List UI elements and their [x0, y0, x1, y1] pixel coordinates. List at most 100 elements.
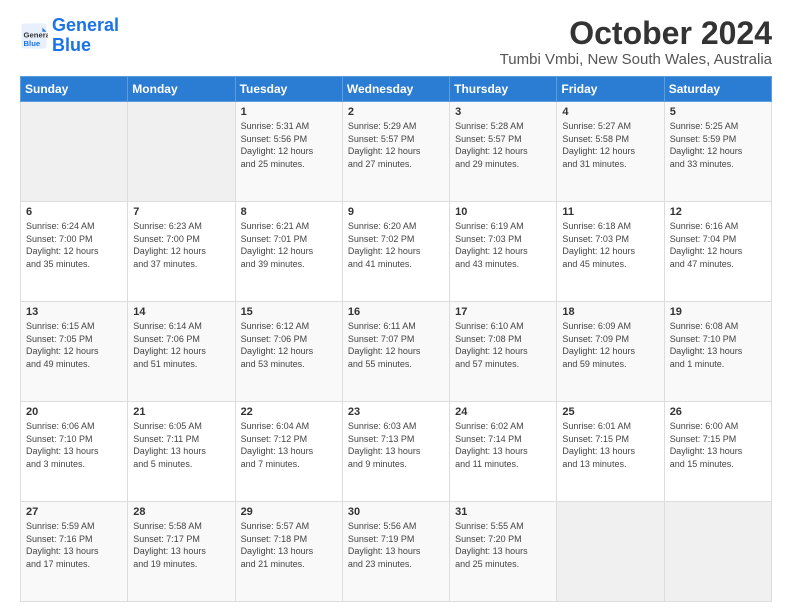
day-info: Sunrise: 5:31 AM Sunset: 5:56 PM Dayligh… — [241, 120, 337, 170]
day-number: 27 — [26, 506, 122, 518]
table-cell: 17 Sunrise: 6:10 AM Sunset: 7:08 PM Dayli… — [450, 302, 557, 402]
table-cell — [664, 502, 771, 602]
day-number: 14 — [133, 306, 229, 318]
logo-icon: General Blue — [20, 22, 48, 50]
calendar-header: Sunday Monday Tuesday Wednesday Thursday… — [21, 77, 772, 102]
day-number: 24 — [455, 406, 551, 418]
table-cell: 13Sunrise: 6:15 AM Sunset: 7:05 PM Dayli… — [21, 302, 128, 402]
day-number: 19 — [670, 306, 766, 318]
day-number: 28 — [133, 506, 229, 518]
day-number: 29 — [241, 506, 337, 518]
table-cell — [557, 502, 664, 602]
table-cell: 5Sunrise: 5:25 AM Sunset: 5:59 PM Daylig… — [664, 102, 771, 202]
table-cell: 30 Sunrise: 5:56 AM Sunset: 7:19 PM Dayli… — [342, 502, 449, 602]
day-number: 6 — [26, 206, 122, 218]
day-number: 16 — [348, 306, 444, 318]
day-info: Sunrise: 6:12 AM Sunset: 7:06 PM Dayligh… — [241, 320, 337, 370]
day-info: Sunrise: 6:18 AM Sunset: 7:03 PM Dayligh… — [562, 220, 658, 270]
table-cell — [21, 102, 128, 202]
table-cell: 23 Sunrise: 6:03 AM Sunset: 7:13 PM Dayli… — [342, 402, 449, 502]
col-monday: Monday — [128, 77, 235, 102]
week-row-4: 20Sunrise: 6:06 AM Sunset: 7:10 PM Dayli… — [21, 402, 772, 502]
table-cell: 18 Sunrise: 6:09 AM Sunset: 7:09 PM Dayli… — [557, 302, 664, 402]
table-cell: 16 Sunrise: 6:11 AM Sunset: 7:07 PM Dayli… — [342, 302, 449, 402]
table-cell: 15 Sunrise: 6:12 AM Sunset: 7:06 PM Dayli… — [235, 302, 342, 402]
day-info: Sunrise: 5:57 AM Sunset: 7:18 PM Dayligh… — [241, 520, 337, 570]
day-number: 2 — [348, 106, 444, 118]
day-number: 1 — [241, 106, 337, 118]
day-info: Sunrise: 5:59 AM Sunset: 7:16 PM Dayligh… — [26, 520, 122, 570]
day-number: 22 — [241, 406, 337, 418]
day-info: Sunrise: 5:29 AM Sunset: 5:57 PM Dayligh… — [348, 120, 444, 170]
table-cell: 2 Sunrise: 5:29 AM Sunset: 5:57 PM Daylig… — [342, 102, 449, 202]
day-info: Sunrise: 6:15 AM Sunset: 7:05 PM Dayligh… — [26, 320, 122, 370]
day-number: 25 — [562, 406, 658, 418]
page: General Blue General Blue October 2024 T… — [0, 0, 792, 612]
table-cell: 26Sunrise: 6:00 AM Sunset: 7:15 PM Dayli… — [664, 402, 771, 502]
day-number: 26 — [670, 406, 766, 418]
col-saturday: Saturday — [664, 77, 771, 102]
svg-text:Blue: Blue — [24, 39, 41, 48]
table-cell: 6 Sunrise: 6:24 AM Sunset: 7:00 PM Daylig… — [21, 202, 128, 302]
col-wednesday: Wednesday — [342, 77, 449, 102]
day-info: Sunrise: 5:28 AM Sunset: 5:57 PM Dayligh… — [455, 120, 551, 170]
day-info: Sunrise: 6:08 AM Sunset: 7:10 PM Dayligh… — [670, 320, 766, 370]
day-number: 30 — [348, 506, 444, 518]
day-number: 15 — [241, 306, 337, 318]
week-row-5: 27 Sunrise: 5:59 AM Sunset: 7:16 PM Dayli… — [21, 502, 772, 602]
day-number: 9 — [348, 206, 444, 218]
logo-line2: Blue — [52, 35, 91, 55]
day-info: Sunrise: 6:02 AM Sunset: 7:14 PM Dayligh… — [455, 420, 551, 470]
day-info: Sunrise: 6:19 AM Sunset: 7:03 PM Dayligh… — [455, 220, 551, 270]
table-cell: 10Sunrise: 6:19 AM Sunset: 7:03 PM Dayli… — [450, 202, 557, 302]
header: General Blue General Blue October 2024 T… — [20, 16, 772, 68]
logo-line1: General — [52, 15, 119, 35]
day-info: Sunrise: 6:03 AM Sunset: 7:13 PM Dayligh… — [348, 420, 444, 470]
day-number: 3 — [455, 106, 551, 118]
table-cell: 24 Sunrise: 6:02 AM Sunset: 7:14 PM Dayli… — [450, 402, 557, 502]
day-info: Sunrise: 6:21 AM Sunset: 7:01 PM Dayligh… — [241, 220, 337, 270]
table-cell: 28 Sunrise: 5:58 AM Sunset: 7:17 PM Dayli… — [128, 502, 235, 602]
day-info: Sunrise: 6:11 AM Sunset: 7:07 PM Dayligh… — [348, 320, 444, 370]
day-info: Sunrise: 5:56 AM Sunset: 7:19 PM Dayligh… — [348, 520, 444, 570]
table-cell: 21Sunrise: 6:05 AM Sunset: 7:11 PM Dayli… — [128, 402, 235, 502]
calendar-table: Sunday Monday Tuesday Wednesday Thursday… — [20, 76, 772, 602]
week-row-1: 1 Sunrise: 5:31 AM Sunset: 5:56 PM Daylig… — [21, 102, 772, 202]
table-cell: 4Sunrise: 5:27 AM Sunset: 5:58 PM Daylig… — [557, 102, 664, 202]
day-info: Sunrise: 6:06 AM Sunset: 7:10 PM Dayligh… — [26, 420, 122, 470]
table-cell: 29 Sunrise: 5:57 AM Sunset: 7:18 PM Dayli… — [235, 502, 342, 602]
day-number: 4 — [562, 106, 658, 118]
table-cell: 3 Sunrise: 5:28 AM Sunset: 5:57 PM Daylig… — [450, 102, 557, 202]
day-number: 17 — [455, 306, 551, 318]
table-cell: 20Sunrise: 6:06 AM Sunset: 7:10 PM Dayli… — [21, 402, 128, 502]
header-row: Sunday Monday Tuesday Wednesday Thursday… — [21, 77, 772, 102]
logo: General Blue General Blue — [20, 16, 119, 56]
day-info: Sunrise: 6:09 AM Sunset: 7:09 PM Dayligh… — [562, 320, 658, 370]
table-cell: 31Sunrise: 5:55 AM Sunset: 7:20 PM Dayli… — [450, 502, 557, 602]
day-number: 18 — [562, 306, 658, 318]
day-info: Sunrise: 6:24 AM Sunset: 7:00 PM Dayligh… — [26, 220, 122, 270]
day-info: Sunrise: 6:10 AM Sunset: 7:08 PM Dayligh… — [455, 320, 551, 370]
week-row-3: 13Sunrise: 6:15 AM Sunset: 7:05 PM Dayli… — [21, 302, 772, 402]
calendar-body: 1 Sunrise: 5:31 AM Sunset: 5:56 PM Daylig… — [21, 102, 772, 602]
table-cell: 14Sunrise: 6:14 AM Sunset: 7:06 PM Dayli… — [128, 302, 235, 402]
day-info: Sunrise: 6:20 AM Sunset: 7:02 PM Dayligh… — [348, 220, 444, 270]
subtitle: Tumbi Vmbi, New South Wales, Australia — [500, 51, 772, 68]
table-cell: 19 Sunrise: 6:08 AM Sunset: 7:10 PM Dayli… — [664, 302, 771, 402]
col-friday: Friday — [557, 77, 664, 102]
day-info: Sunrise: 6:04 AM Sunset: 7:12 PM Dayligh… — [241, 420, 337, 470]
table-cell: 1 Sunrise: 5:31 AM Sunset: 5:56 PM Daylig… — [235, 102, 342, 202]
table-cell: 12Sunrise: 6:16 AM Sunset: 7:04 PM Dayli… — [664, 202, 771, 302]
day-info: Sunrise: 5:58 AM Sunset: 7:17 PM Dayligh… — [133, 520, 229, 570]
day-number: 11 — [562, 206, 658, 218]
main-title: October 2024 — [500, 16, 772, 51]
day-number: 23 — [348, 406, 444, 418]
table-cell — [128, 102, 235, 202]
col-sunday: Sunday — [21, 77, 128, 102]
day-number: 31 — [455, 506, 551, 518]
day-number: 5 — [670, 106, 766, 118]
day-number: 8 — [241, 206, 337, 218]
table-cell: 22 Sunrise: 6:04 AM Sunset: 7:12 PM Dayli… — [235, 402, 342, 502]
table-cell: 27 Sunrise: 5:59 AM Sunset: 7:16 PM Dayli… — [21, 502, 128, 602]
logo-text: General Blue — [52, 16, 119, 56]
